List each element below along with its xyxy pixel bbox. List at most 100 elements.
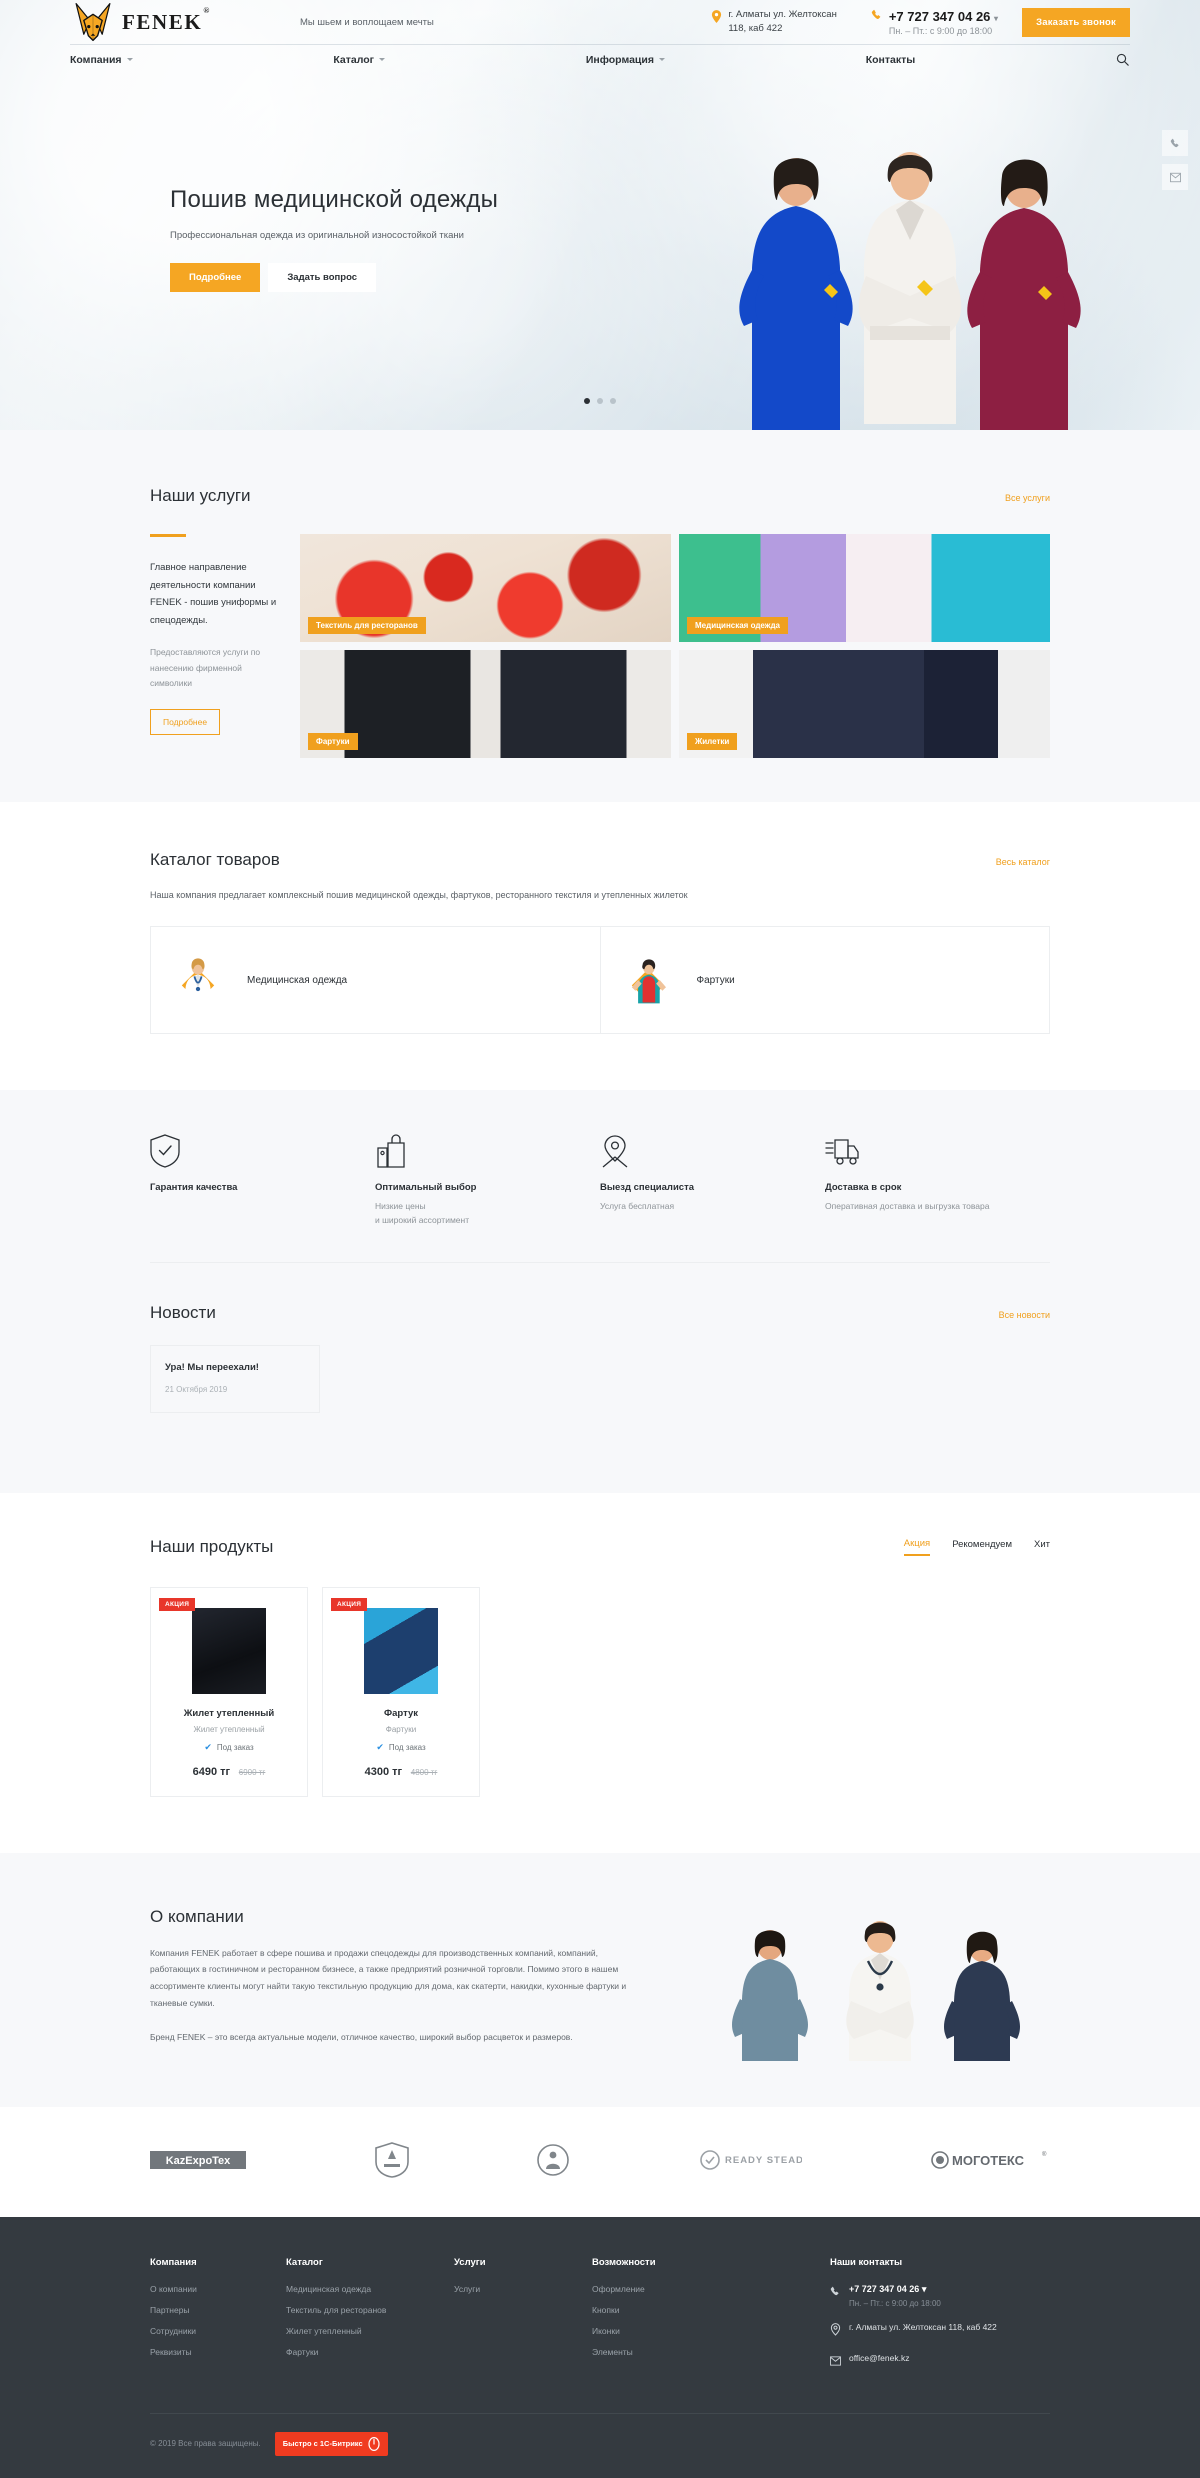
dock-mail-icon[interactable] [1162, 164, 1188, 190]
footer-heading: Наши контакты [830, 2256, 903, 2268]
nav-item-contacts[interactable]: Контакты [866, 54, 916, 66]
hero-ask-question-button[interactable]: Задать вопрос [268, 263, 377, 293]
product-image [192, 1607, 266, 1694]
header-phone[interactable]: +7 727 347 04 26 ▾ Пн. – Пт.: с 9:00 до … [871, 9, 998, 36]
news-card[interactable]: Ура! Мы переехали! 21 Октября 2019 [150, 1344, 320, 1413]
catalog-item-medical-clothing[interactable]: Медицинская одежда [151, 927, 601, 1033]
order-callback-button[interactable]: Заказать звонок [1022, 7, 1130, 37]
footer-contacts: Наши контакты +7 727 347 04 26 ▾ Пн. – П… [830, 2257, 1050, 2383]
footer-heading: Услуги [454, 2256, 486, 2268]
nav-label: Информация [585, 53, 654, 66]
footer-link[interactable]: О компании [150, 2284, 268, 2294]
footer-email-text: office@fenek.kz [849, 2352, 910, 2363]
feature-optimal-choice: Оптимальный выбор Низкие цены и широкий … [375, 1134, 600, 1228]
footer-link[interactable]: Текстиль для ресторанов [286, 2305, 436, 2315]
footer-phone-caret-icon[interactable]: ▾ [922, 2284, 927, 2294]
footer-link[interactable]: Сотрудники [150, 2326, 268, 2336]
footer-email[interactable]: office@fenek.kz [830, 2353, 1050, 2369]
all-catalog-link[interactable]: Весь каталог [996, 857, 1050, 867]
footer-link[interactable]: Кнопки [592, 2305, 722, 2315]
product-card-vest[interactable]: АКЦИЯ Жилет утепленный Жилет утепленный … [150, 1586, 308, 1797]
phone-hours: Пн. – Пт.: с 9:00 до 18:00 [888, 25, 993, 36]
slider-dot-1[interactable] [584, 398, 590, 404]
service-card-vests[interactable]: Жилетки [679, 650, 1050, 758]
service-card-restaurant-textile[interactable]: Текстиль для ресторанов [300, 534, 671, 642]
partner-logo-kazexpotex[interactable]: KazExpoTex [150, 2143, 246, 2177]
partner-logo-ready-steady[interactable]: READY STEADY [698, 2143, 802, 2177]
tagline: Мы шьем и воплощаем мечты [300, 16, 434, 28]
logo-text: FENEK [122, 9, 203, 34]
about-team-photo [654, 1907, 1050, 2061]
services-note: Предоставляются услуги по нанесению фирм… [150, 647, 261, 688]
tab-hit[interactable]: Хит [1034, 1539, 1050, 1555]
footer-link[interactable]: Партнеры [150, 2305, 268, 2315]
footer-link[interactable]: Фартуки [286, 2347, 436, 2357]
check-icon: ✔ [376, 1741, 384, 1752]
products-section: Наши продукты Акция Рекомендуем Хит АКЦИ… [0, 1492, 1200, 1853]
slider-dots[interactable] [584, 398, 616, 404]
hero-slider: Пошив медицинской одежды Профессиональна… [0, 74, 1200, 430]
service-card-label: Жилетки [687, 733, 738, 750]
products-title: Наши продукты [150, 1536, 274, 1556]
slider-dot-2[interactable] [597, 398, 603, 404]
partner-logo-circle-person[interactable] [537, 2143, 569, 2177]
services-title: Наши услуги [150, 486, 251, 505]
footer-link[interactable]: Жилет утепленный [286, 2326, 436, 2336]
feature-title: Гарантия качества [150, 1182, 238, 1193]
availability-label: Под заказ [388, 1742, 426, 1752]
footer-link[interactable]: Медицинская одежда [286, 2284, 436, 2294]
services-lead: Главное направление деятельности компани… [150, 562, 277, 626]
footer-link[interactable]: Оформление [592, 2284, 722, 2294]
footer-phone[interactable]: +7 727 347 04 26 ▾ Пн. – Пт.: с 9:00 до … [830, 2284, 1050, 2308]
footer-phone-number: +7 727 347 04 26 [849, 2283, 920, 2294]
product-price: 6490 тг [192, 1765, 231, 1778]
partner-logo-shield-emblem[interactable] [374, 2142, 409, 2178]
location-pin-icon [830, 2323, 841, 2339]
tab-promo[interactable]: Акция [903, 1538, 931, 1556]
footer-link[interactable]: Реквизиты [150, 2347, 268, 2357]
footer-link[interactable]: Элементы [592, 2347, 722, 2357]
map-pin-person-icon [600, 1134, 809, 1168]
footer-link[interactable]: Иконки [592, 2326, 722, 2336]
logo[interactable]: FENEK® [70, 0, 270, 45]
catalog-item-aprons[interactable]: Фартуки [601, 927, 1050, 1033]
catalog-section: Каталог товаров Весь каталог Наша компан… [0, 802, 1200, 1090]
product-availability: ✔ Под заказ [335, 1742, 467, 1753]
footer-address-text: г. Алматы ул. Желтоксан 118, каб 422 [849, 2321, 997, 2332]
slider-dot-3[interactable] [610, 398, 616, 404]
all-news-link[interactable]: Все новости [999, 1310, 1050, 1320]
dock-phone-icon[interactable] [1162, 130, 1188, 156]
floating-contact-dock [1162, 130, 1188, 198]
bitrix-badge[interactable]: Быстро с 1С-Битрикс [274, 2431, 388, 2456]
svg-text:KazExpoTex: KazExpoTex [166, 2155, 231, 2167]
service-card-aprons[interactable]: Фартуки [300, 650, 671, 758]
phone-icon [871, 9, 883, 24]
footer-link[interactable]: Услуги [454, 2284, 574, 2294]
footer-heading: Возможности [592, 2256, 656, 2268]
product-card-apron[interactable]: АКЦИЯ Фартук Фартуки ✔ Под заказ 4300 тг… [322, 1586, 480, 1797]
hero-details-button[interactable]: Подробнее [170, 263, 261, 293]
nav-item-catalog[interactable]: Каталог [333, 54, 386, 66]
chevron-down-icon [379, 58, 386, 61]
search-icon[interactable] [1116, 53, 1130, 67]
phone-dropdown-caret-icon[interactable]: ▾ [994, 14, 998, 23]
news-title: Новости [150, 1302, 216, 1322]
service-card-medical-clothing[interactable]: Медицинская одежда [679, 534, 1050, 642]
product-name: Жилет утепленный [183, 1707, 275, 1719]
partner-logo-mogotex[interactable]: МОГОТЕКС ® [930, 2143, 1050, 2177]
product-badge: АКЦИЯ [159, 1597, 196, 1611]
nav-item-information[interactable]: Информация [586, 54, 665, 66]
product-price-row: 6490 тг 6900 тг [163, 1763, 295, 1778]
nav-item-company[interactable]: Компания [70, 54, 133, 66]
address-line-2: 118, каб 422 [728, 23, 783, 34]
footer-column-catalog: Каталог Медицинская одежда Текстиль для … [286, 2257, 436, 2383]
tab-recommended[interactable]: Рекомендуем [952, 1539, 1012, 1555]
services-section: Наши услуги Все услуги Главное направлен… [0, 430, 1200, 802]
all-services-link[interactable]: Все услуги [1005, 493, 1050, 503]
services-details-button[interactable]: Подробнее [150, 709, 221, 736]
header-address[interactable]: г. Алматы ул. Желтоксан 118, каб 422 [711, 8, 837, 36]
hero-subtitle: Профессиональная одежда из оригинальной … [170, 229, 464, 241]
footer-heading: Каталог [286, 2256, 323, 2268]
main-navigation: Компания Каталог Информация Контакты [0, 44, 1200, 74]
footer-phone-hours: Пн. – Пт.: с 9:00 до 18:00 [849, 2298, 941, 2308]
